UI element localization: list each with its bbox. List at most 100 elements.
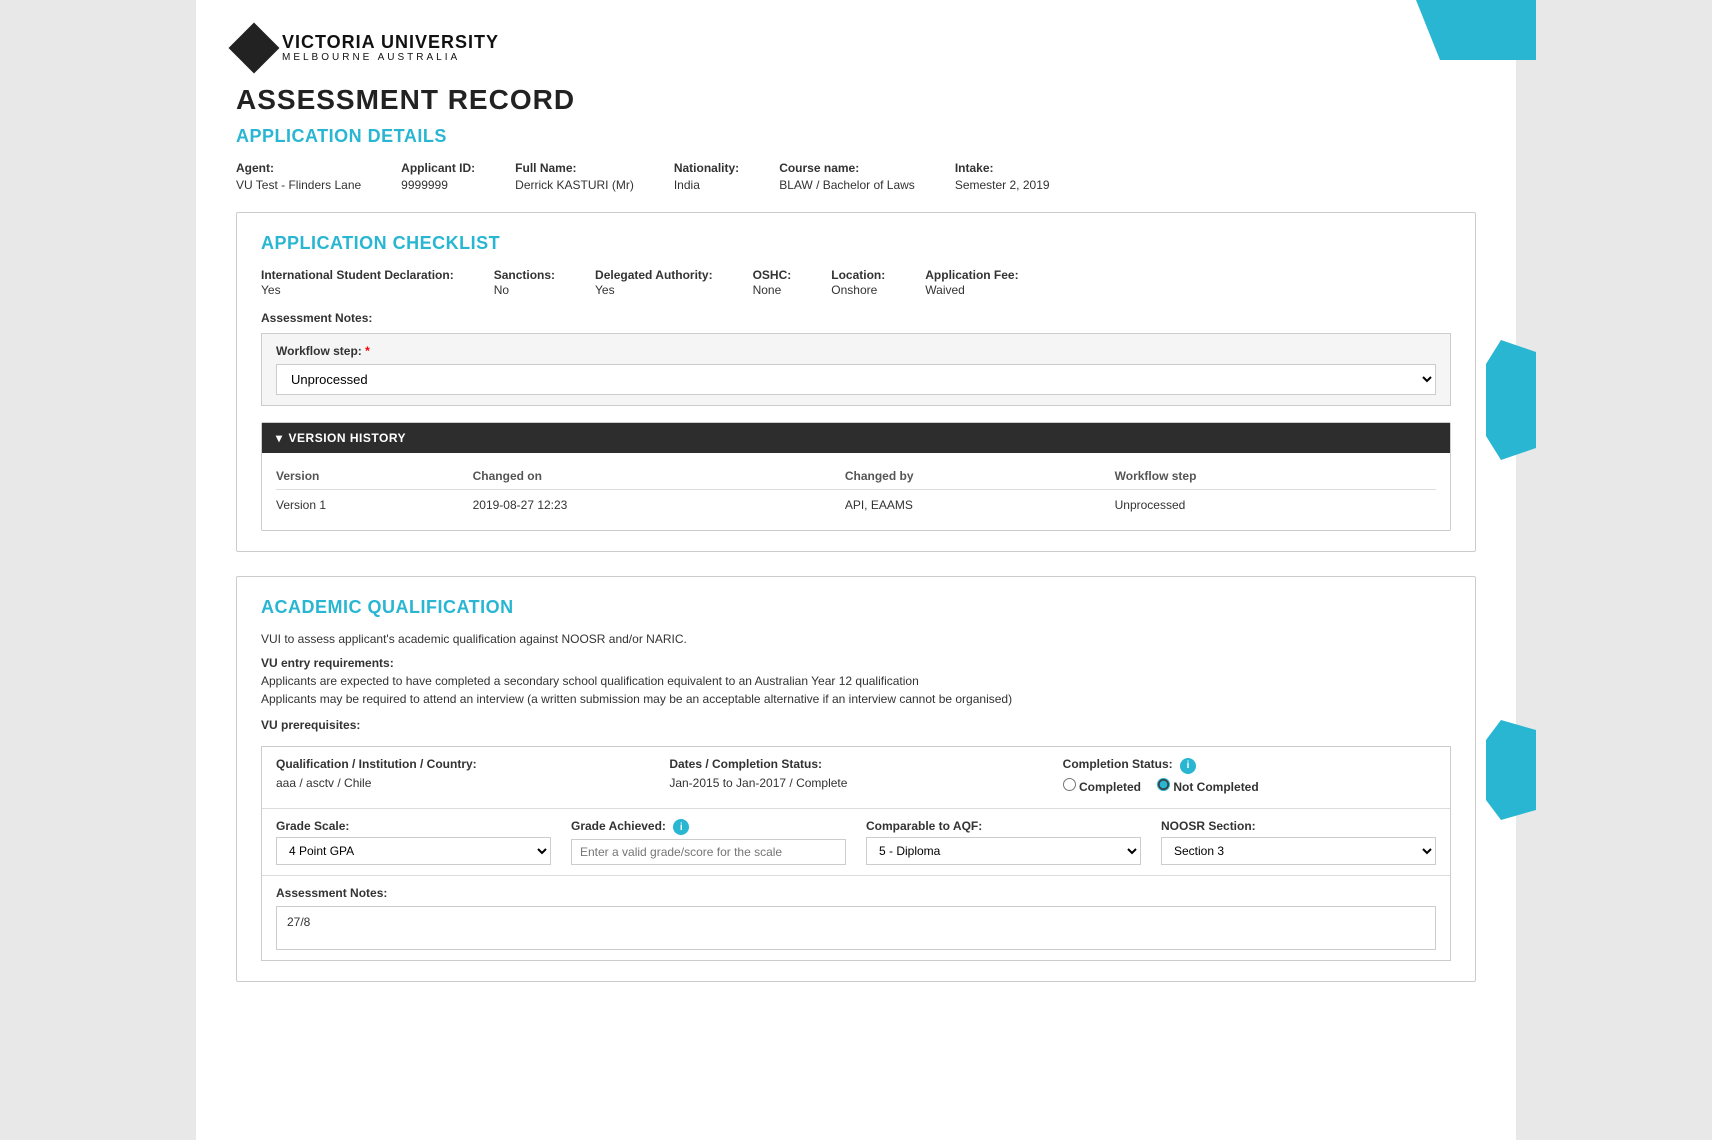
detail-label: Course name:	[779, 161, 915, 175]
detail-label: Nationality:	[674, 161, 739, 175]
vu-prerequisites-label: VU prerequisites:	[261, 718, 1451, 732]
detail-item: Nationality: India	[674, 161, 739, 192]
prereq-row-2: Grade Scale: 4 Point GPA5 Point GPA10 Po…	[262, 809, 1450, 877]
comparable-aqf-cell: Comparable to AQF: 5 - Diploma6 - Advanc…	[866, 819, 1141, 866]
radio-completed-label: Completed	[1079, 780, 1141, 794]
version-history-header[interactable]: VERSION HISTORY	[262, 423, 1450, 453]
logo-block: VICTORIA UNIVERSITY MELBOURNE AUSTRALIA	[236, 30, 499, 66]
noosr-section-cell: NOOSR Section: Section 3Section 4Section…	[1161, 819, 1436, 866]
university-sub: MELBOURNE AUSTRALIA	[282, 52, 499, 63]
prereq-assessment-notes-row: Assessment Notes: 27/8	[262, 876, 1450, 960]
checklist-item-label: Sanctions:	[494, 268, 555, 282]
completion-status-info-icon[interactable]: i	[1180, 758, 1196, 774]
prereq-assessment-notes-value[interactable]: 27/8	[276, 906, 1436, 950]
checklist-item-value: Waived	[925, 283, 965, 297]
grade-scale-cell: Grade Scale: 4 Point GPA5 Point GPA10 Po…	[276, 819, 551, 866]
grade-scale-select[interactable]: 4 Point GPA5 Point GPA10 Point ScaleLett…	[276, 837, 551, 865]
comparable-aqf-label: Comparable to AQF:	[866, 819, 1141, 833]
detail-label: Intake:	[955, 161, 1050, 175]
application-details-heading: APPLICATION DETAILS	[236, 126, 1476, 147]
checklist-item: OSHC:None	[753, 268, 792, 297]
version-table-header: Version	[276, 463, 473, 490]
detail-value: Derrick KASTURI (Mr)	[515, 178, 634, 192]
institution-value: aaa / asctv / Chile	[276, 776, 371, 790]
detail-value: India	[674, 178, 700, 192]
version-table-header: Workflow step	[1115, 463, 1436, 490]
checklist-item-label: Delegated Authority:	[595, 268, 713, 282]
aq-heading: ACADEMIC QUALIFICATION	[261, 597, 1451, 618]
checklist-inner: APPLICATION CHECKLIST International Stud…	[237, 213, 1475, 551]
checklist-heading: APPLICATION CHECKLIST	[261, 233, 1451, 254]
grade-achieved-input[interactable]	[571, 839, 846, 865]
checklist-item-label: OSHC:	[753, 268, 792, 282]
vu-entry-line: Applicants may be required to attend an …	[261, 692, 1451, 706]
checklist-item: Location:Onshore	[831, 268, 885, 297]
page-wrapper: VICTORIA UNIVERSITY MELBOURNE AUSTRALIA …	[196, 0, 1516, 1140]
checklist-item-label: International Student Declaration:	[261, 268, 454, 282]
checklist-item-value: Yes	[595, 283, 615, 297]
vu-entry-label: VU entry requirements:	[261, 656, 1451, 670]
academic-qualification-card: ACADEMIC QUALIFICATION VUI to assess app…	[236, 576, 1476, 982]
version-table-wrap: VersionChanged onChanged byWorkflow step…	[262, 453, 1450, 530]
checklist-item-label: Application Fee:	[925, 268, 1018, 282]
page-title: ASSESSMENT RECORD	[236, 84, 1476, 116]
comparable-aqf-select[interactable]: 5 - Diploma6 - Advanced Diploma7 - Bache…	[866, 837, 1141, 865]
workflow-label: Workflow step: *	[276, 344, 1436, 358]
checklist-item-value: Yes	[261, 283, 281, 297]
checklist-item-value: Onshore	[831, 283, 877, 297]
completion-status-label: Completion Status: i	[1063, 757, 1436, 774]
radio-not-completed[interactable]: Not Completed	[1157, 778, 1259, 794]
version-history-card: VERSION HISTORY VersionChanged onChanged…	[261, 422, 1451, 531]
detail-item: Course name: BLAW / Bachelor of Laws	[779, 161, 915, 192]
dates-cell: Dates / Completion Status: Jan-2015 to J…	[669, 757, 1042, 798]
detail-item: Intake: Semester 2, 2019	[955, 161, 1050, 192]
application-checklist-card: APPLICATION CHECKLIST International Stud…	[236, 212, 1476, 552]
institution-label: Qualification / Institution / Country:	[276, 757, 649, 771]
checklist-details-row: International Student Declaration:YesSan…	[261, 268, 1451, 297]
blue-tab-bot	[1486, 720, 1536, 820]
completion-status-cell: Completion Status: i Completed Not Compl…	[1063, 757, 1436, 798]
version-cell-workflow_step: Unprocessed	[1115, 490, 1436, 521]
noosr-section-select[interactable]: Section 3Section 4Section 5	[1161, 837, 1436, 865]
assessment-notes-label: Assessment Notes:	[261, 311, 1451, 325]
workflow-box: Workflow step: * UnprocessedProcessedPen…	[261, 333, 1451, 406]
version-cell-changed_by: API, EAAMS	[845, 490, 1115, 521]
detail-item: Full Name:Derrick KASTURI (Mr)	[515, 161, 634, 192]
radio-completed[interactable]: Completed	[1063, 778, 1141, 794]
detail-value: Semester 2, 2019	[955, 178, 1050, 192]
detail-value: BLAW / Bachelor of Laws	[779, 178, 915, 192]
workflow-select[interactable]: UnprocessedProcessedPending	[276, 364, 1436, 395]
checklist-item: Application Fee:Waived	[925, 268, 1018, 297]
grade-achieved-info-icon[interactable]: i	[673, 819, 689, 835]
dates-label: Dates / Completion Status:	[669, 757, 1042, 771]
prereq-row-1: Qualification / Institution / Country: a…	[262, 747, 1450, 809]
aq-section: ACADEMIC QUALIFICATION VUI to assess app…	[237, 577, 1475, 981]
version-table-header: Changed by	[845, 463, 1115, 490]
radio-completed-input[interactable]	[1063, 778, 1076, 791]
application-details-row: Agent:VU Test - Flinders Lane Applicant I…	[236, 161, 1476, 192]
checklist-item: Sanctions:No	[494, 268, 555, 297]
prerequisites-table: Qualification / Institution / Country: a…	[261, 746, 1451, 961]
grade-scale-label: Grade Scale:	[276, 819, 551, 833]
grade-achieved-label: Grade Achieved: i	[571, 819, 846, 836]
application-details-section: APPLICATION DETAILS Agent:VU Test - Flin…	[236, 126, 1476, 192]
radio-not-completed-label: Not Completed	[1173, 780, 1258, 794]
radio-not-completed-input[interactable]	[1157, 778, 1170, 791]
detail-value: 9999999	[401, 178, 448, 192]
header: VICTORIA UNIVERSITY MELBOURNE AUSTRALIA	[236, 30, 1476, 66]
prereq-assessment-notes-label: Assessment Notes:	[276, 886, 1436, 900]
vu-entry-line: Applicants are expected to have complete…	[261, 674, 1451, 688]
aq-description: VUI to assess applicant's academic quali…	[261, 632, 1451, 646]
university-name: VICTORIA UNIVERSITY	[282, 33, 499, 53]
detail-item: Agent:VU Test - Flinders Lane	[236, 161, 361, 192]
checklist-item-value: None	[753, 283, 782, 297]
version-cell-version: Version 1	[276, 490, 473, 521]
institution-cell: Qualification / Institution / Country: a…	[276, 757, 649, 798]
checklist-item: Delegated Authority:Yes	[595, 268, 713, 297]
dates-value: Jan-2015 to Jan-2017 / Complete	[669, 776, 847, 790]
logo-diamond-icon	[229, 23, 280, 74]
noosr-section-label: NOOSR Section:	[1161, 819, 1436, 833]
checklist-item-label: Location:	[831, 268, 885, 282]
version-table-row: Version 12019-08-27 12:23API, EAAMSUnpro…	[276, 490, 1436, 521]
detail-label: Applicant ID:	[401, 161, 475, 175]
